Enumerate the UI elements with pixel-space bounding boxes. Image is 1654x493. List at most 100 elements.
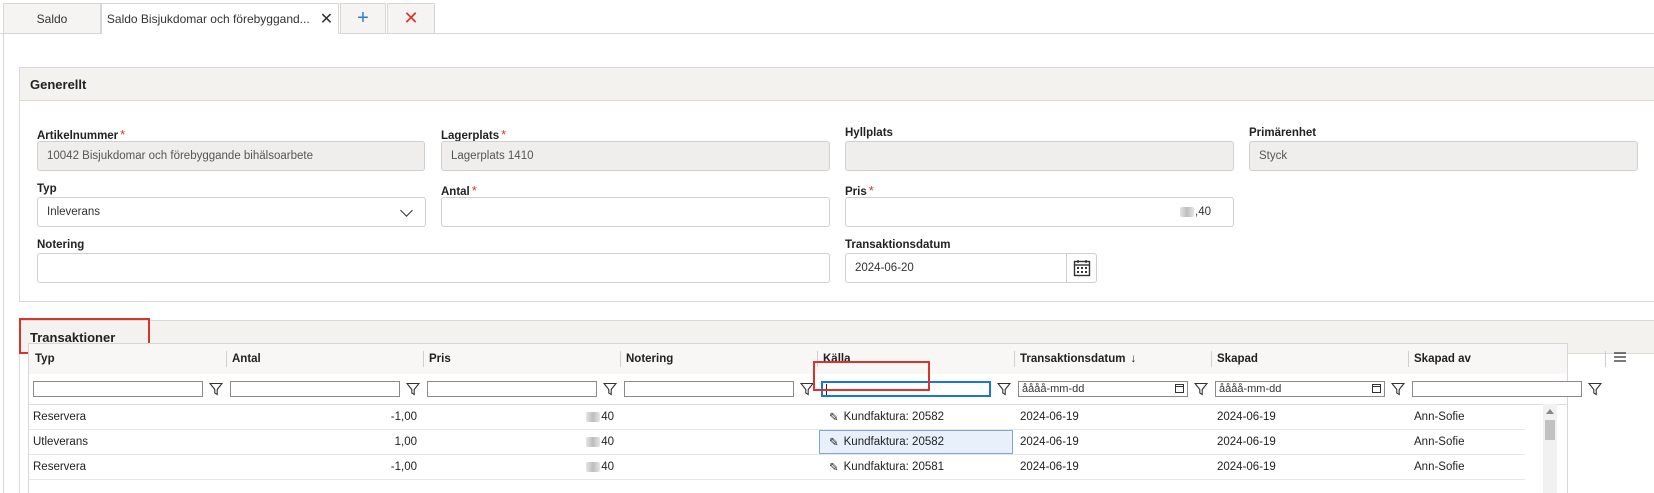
required-icon: * <box>471 183 477 198</box>
redacted-mark <box>1180 207 1194 217</box>
cell-skapad: 2024-06-19 <box>1217 436 1276 448</box>
cell-antal: -1,00 <box>390 461 417 473</box>
calendar-icon <box>1073 260 1090 277</box>
notering-label: Notering <box>37 239 85 251</box>
add-tab-button[interactable]: + <box>340 3 386 33</box>
cell-transaktionsdatum: 2024-06-19 <box>1020 436 1079 448</box>
column-header-transaktionsdatum[interactable]: Transaktionsdatum ↓ <box>1016 344 1201 374</box>
filter-input-skapad-av[interactable] <box>1412 381 1582 397</box>
cell-skapad-av: Ann-Sofie <box>1414 461 1465 473</box>
sort-down-icon: ↓ <box>1130 353 1137 365</box>
grid-header: Typ Antal Pris Notering Källa Transaktio… <box>29 344 1626 375</box>
column-header-typ[interactable]: Typ <box>31 344 216 374</box>
filter-icon[interactable] <box>406 382 420 396</box>
cell-skapad-av: Ann-Sofie <box>1414 411 1465 423</box>
redacted-mark <box>586 437 601 447</box>
cell-kalla[interactable]: ✎ Kundfaktura: 20582 <box>829 405 944 429</box>
divider <box>3 33 4 493</box>
column-header-notering[interactable]: Notering <box>622 344 807 374</box>
primarenhet-label: Primärenhet <box>1249 127 1317 139</box>
cell-typ: Reservera <box>33 411 87 423</box>
table-row[interactable]: Reservera -1,00 40 ✎ Kundfaktura: 20582 2… <box>29 405 1525 430</box>
column-divider <box>1211 351 1212 367</box>
filter-input-pris[interactable] <box>427 381 597 397</box>
filter-icon[interactable] <box>1194 382 1208 396</box>
cell-pris: 40 <box>425 430 614 454</box>
tab-label: Saldo <box>36 11 68 26</box>
calendar-icon[interactable] <box>1372 384 1381 393</box>
cell-antal: 1,00 <box>394 436 417 448</box>
required-icon: * <box>868 183 874 198</box>
close-all-tabs-button[interactable]: ✕ <box>387 3 435 33</box>
antal-label: Antal * <box>441 183 477 198</box>
cell-pris: 40 <box>425 405 614 429</box>
cell-pris: 40 <box>425 455 614 479</box>
table-row[interactable]: Reservera -1,00 40 ✎ Kundfaktura: 20581 2… <box>29 455 1525 480</box>
filter-input-antal[interactable] <box>230 381 400 397</box>
column-header-antal[interactable]: Antal <box>228 344 413 374</box>
cell-kalla[interactable]: ✎ Kundfaktura: 20582 <box>829 430 944 454</box>
tab-saldo-detail[interactable]: Saldo Bisjukdomar och förebyggand... ✕ <box>101 3 339 34</box>
redacted-mark <box>586 412 601 422</box>
cell-transaktionsdatum: 2024-06-19 <box>1020 461 1079 473</box>
pris-label: Pris * <box>845 183 874 198</box>
cell-kalla[interactable]: ✎ Kundfaktura: 20581 <box>829 455 944 479</box>
notering-input[interactable] <box>37 253 830 283</box>
filter-input-typ[interactable] <box>33 381 203 397</box>
chevron-down-icon <box>400 204 413 217</box>
plus-icon: + <box>357 7 369 29</box>
filter-icon[interactable] <box>1588 382 1602 396</box>
lagerplats-field[interactable]: Lagerplats 1410 <box>441 141 830 171</box>
filter-icon[interactable] <box>800 382 814 396</box>
cell-typ: Utleverans <box>33 436 88 448</box>
cell-skapad: 2024-06-19 <box>1217 461 1276 473</box>
column-divider <box>226 351 227 367</box>
scroll-up-icon[interactable] <box>1546 409 1554 414</box>
column-header-pris[interactable]: Pris <box>425 344 610 374</box>
antal-input[interactable] <box>441 197 830 227</box>
tab-saldo[interactable]: Saldo <box>3 3 101 33</box>
scrollbar-thumb[interactable] <box>1545 420 1555 440</box>
filter-row: åååå-mm-dd åååå-mm-dd <box>29 374 1602 405</box>
pris-input[interactable]: ,40 <box>845 197 1234 227</box>
filter-icon[interactable] <box>603 382 617 396</box>
calendar-button[interactable] <box>1067 253 1097 283</box>
column-header-skapad[interactable]: Skapad <box>1213 344 1398 374</box>
hyllplats-field[interactable] <box>845 141 1234 171</box>
artikelnummer-field[interactable]: 10042 Bisjukdomar och förebyggande bihäl… <box>37 141 425 171</box>
general-title: Generellt <box>20 68 1654 101</box>
vertical-scrollbar[interactable] <box>1543 404 1557 493</box>
typ-select[interactable]: Inleverans <box>37 197 426 227</box>
filter-date-transaktionsdatum[interactable]: åååå-mm-dd <box>1018 381 1188 397</box>
typ-label: Typ <box>37 183 57 195</box>
pencil-icon[interactable]: ✎ <box>829 435 839 449</box>
tab-bar: Saldo Saldo Bisjukdomar och förebyggand.… <box>0 0 1654 34</box>
required-icon: * <box>120 127 126 142</box>
transactions-grid: Typ Antal Pris Notering Källa Transaktio… <box>28 343 1626 493</box>
calendar-icon[interactable] <box>1175 384 1184 393</box>
tab-label: Saldo Bisjukdomar och förebyggand... <box>106 12 310 26</box>
column-divider <box>620 351 621 367</box>
pencil-icon[interactable]: ✎ <box>829 460 839 474</box>
column-divider <box>1408 351 1409 367</box>
transaktionsdatum-input[interactable]: 2024-06-20 <box>845 253 1067 283</box>
menu-icon[interactable] <box>1614 351 1626 363</box>
filter-input-kalla[interactable] <box>821 381 991 397</box>
table-row[interactable]: Utleverans 1,00 40 ✎ Kundfaktura: 20582 2… <box>29 430 1525 455</box>
column-header-kalla[interactable]: Källa <box>819 344 1004 374</box>
column-header-skapad-av[interactable]: Skapad av <box>1410 344 1575 374</box>
hyllplats-label: Hyllplats <box>845 127 893 139</box>
filter-date-skapad[interactable]: åååå-mm-dd <box>1215 381 1385 397</box>
cell-skapad-av: Ann-Sofie <box>1414 436 1465 448</box>
close-icon[interactable]: ✕ <box>320 9 333 29</box>
transaktionsdatum-label: Transaktionsdatum <box>845 239 951 251</box>
filter-input-notering[interactable] <box>624 381 794 397</box>
filter-icon[interactable] <box>997 382 1011 396</box>
redacted-mark <box>586 462 601 472</box>
primarenhet-field[interactable]: Styck <box>1249 141 1638 171</box>
pencil-icon[interactable]: ✎ <box>829 410 839 424</box>
filter-icon[interactable] <box>209 382 223 396</box>
cell-typ: Reservera <box>33 461 87 473</box>
filter-icon[interactable] <box>1391 382 1405 396</box>
column-divider <box>817 351 818 367</box>
